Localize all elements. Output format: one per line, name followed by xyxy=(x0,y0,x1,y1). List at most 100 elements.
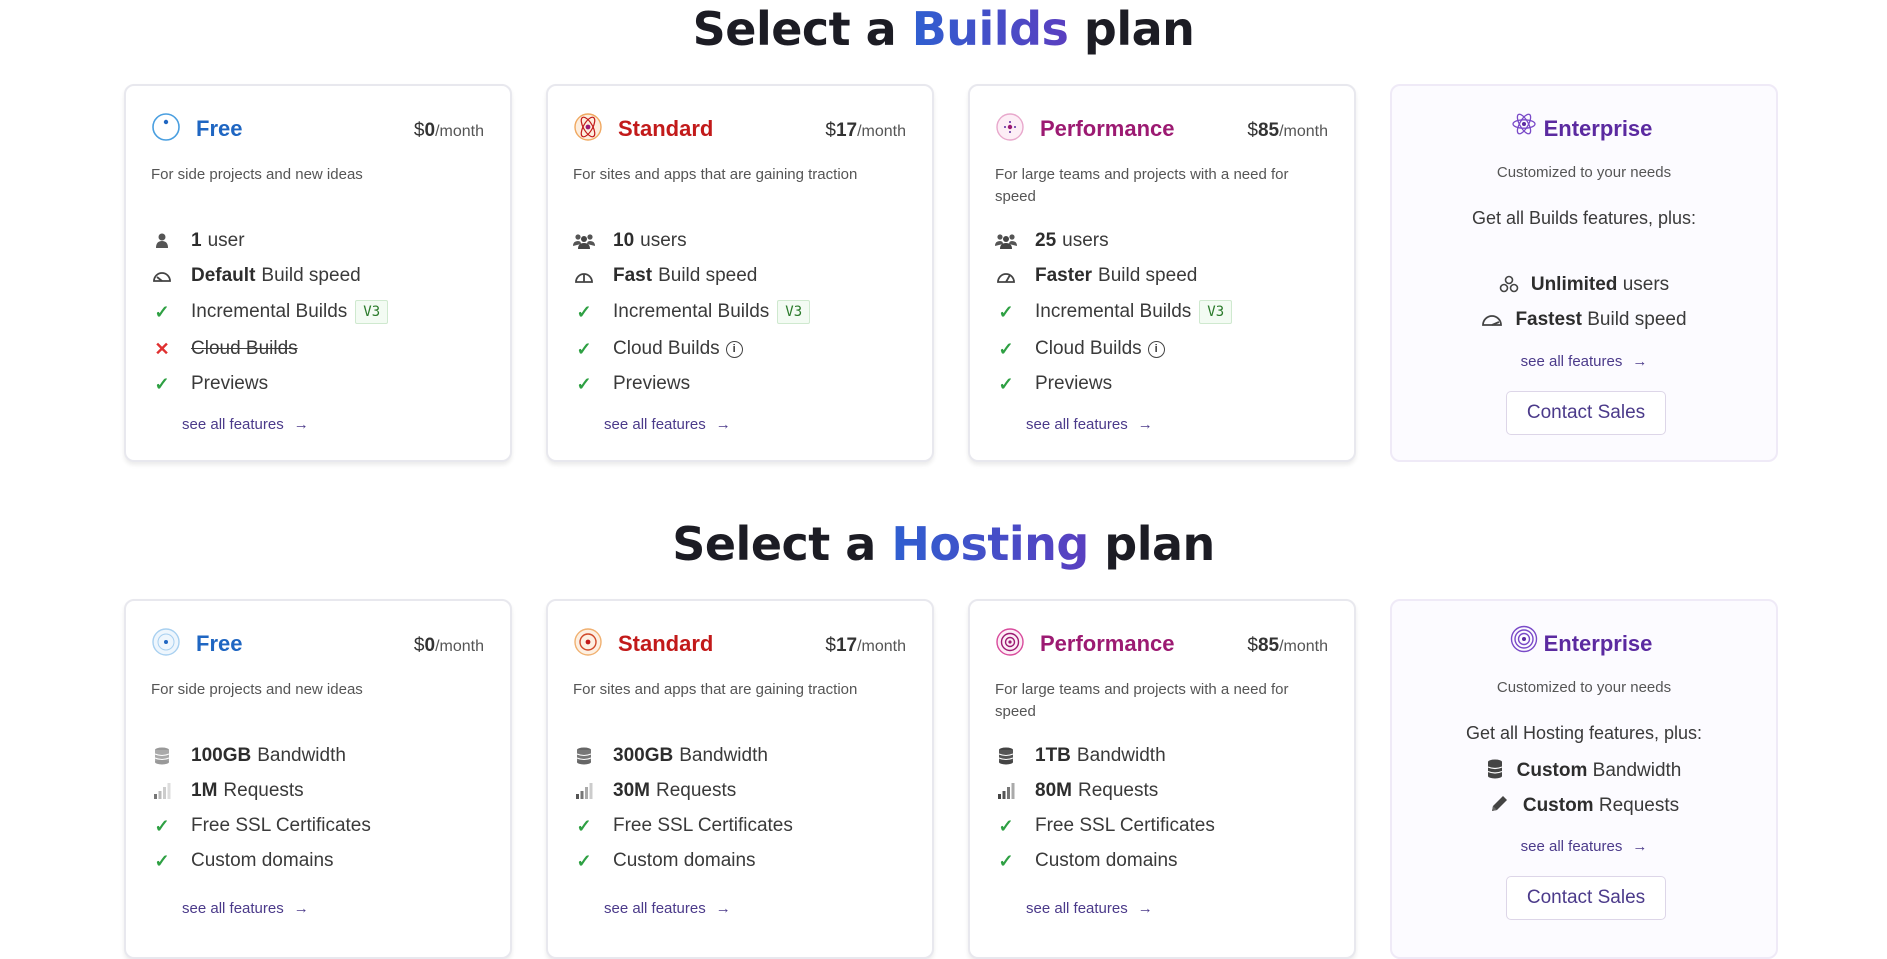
plan-price: $85/month xyxy=(1247,635,1328,656)
feature-bandwidth: 1TB Bandwidth xyxy=(995,745,1166,767)
see-all-features-link[interactable]: see all features → xyxy=(1392,353,1776,370)
check-icon: ✓ xyxy=(576,301,592,322)
check-icon: ✓ xyxy=(154,301,170,322)
info-icon[interactable]: i xyxy=(1147,340,1165,358)
check-icon: ✓ xyxy=(998,301,1014,322)
performance-plan-icon xyxy=(996,628,1024,656)
free-plan-icon xyxy=(152,628,180,656)
see-all-features-link[interactable]: see all features → xyxy=(604,416,731,433)
plan-name: Performance xyxy=(1040,116,1175,141)
hosting-free-card: Free $0/month For side projects and new … xyxy=(124,599,512,959)
database-icon xyxy=(1487,759,1502,779)
hosting-performance-card: Performance $85/month For large teams an… xyxy=(968,599,1356,959)
see-all-features-link[interactable]: see all features → xyxy=(182,416,309,433)
check-icon: ✓ xyxy=(998,338,1014,359)
feature-ssl: ✓ Free SSL Certificates xyxy=(573,815,792,837)
builds-free-card: Free $0/month For side projects and new … xyxy=(124,84,512,462)
feature-requests: 1M Requests xyxy=(151,780,304,802)
plan-price: $17/month xyxy=(825,635,906,656)
builds-standard-card: Standard $17/month For sites and apps th… xyxy=(546,84,934,462)
plus-note: Get all Hosting features, plus: xyxy=(1465,723,1703,743)
arrow-right-icon: → xyxy=(1632,353,1648,370)
speedometer-icon xyxy=(151,265,173,287)
contact-sales-button[interactable]: Contact Sales xyxy=(1506,391,1666,435)
standard-plan-icon xyxy=(574,628,602,656)
feature-cloud-builds: ✓ Cloud Builds i xyxy=(573,338,743,360)
check-icon: ✓ xyxy=(998,815,1014,836)
feature-previews: ✓ Previews xyxy=(995,373,1112,395)
title-prefix: Select a xyxy=(672,517,876,571)
title-suffix: plan xyxy=(1083,2,1195,56)
speedometer-icon xyxy=(573,265,595,287)
builds-performance-card: Performance $85/month For large teams an… xyxy=(968,84,1356,462)
plan-description: For large teams and projects with a need… xyxy=(995,681,1289,720)
info-icon[interactable]: i xyxy=(725,340,743,358)
feature-bandwidth: Custom Bandwidth xyxy=(1392,759,1776,782)
feature-custom-domains: ✓ Custom domains xyxy=(995,850,1177,872)
plan-description: For large teams and projects with a need… xyxy=(995,166,1289,205)
version-tag: V3 xyxy=(355,300,389,324)
check-icon: ✓ xyxy=(154,850,170,871)
arrow-right-icon: → xyxy=(1137,900,1153,917)
see-all-features-link[interactable]: see all features → xyxy=(1026,416,1153,433)
check-icon: ✓ xyxy=(576,815,592,836)
speedometer-icon xyxy=(995,265,1017,287)
arrow-right-icon: → xyxy=(293,416,309,433)
user-icon xyxy=(151,230,173,252)
arrow-right-icon: → xyxy=(1137,416,1153,433)
feature-ssl: ✓ Free SSL Certificates xyxy=(995,815,1214,837)
see-all-features-link[interactable]: see all features → xyxy=(1026,900,1153,917)
feature-users: 10 users xyxy=(573,230,687,252)
plan-name: Performance xyxy=(1040,631,1175,656)
check-icon: ✓ xyxy=(998,850,1014,871)
title-prefix: Select a xyxy=(692,2,897,56)
plan-description: For side projects and new ideas xyxy=(151,166,363,183)
contact-sales-button[interactable]: Contact Sales xyxy=(1506,876,1666,920)
free-plan-icon xyxy=(152,113,180,141)
database-icon xyxy=(151,745,173,767)
feature-incremental-builds: ✓ Incremental Builds V3 xyxy=(151,300,389,324)
feature-requests: Custom Requests xyxy=(1392,794,1776,817)
check-icon: ✓ xyxy=(154,815,170,836)
users-group-icon xyxy=(995,230,1017,252)
arrow-right-icon: → xyxy=(715,900,731,917)
feature-ssl: ✓ Free SSL Certificates xyxy=(151,815,370,837)
plan-price: $85/month xyxy=(1247,120,1328,141)
check-icon: ✓ xyxy=(576,850,592,871)
feature-previews: ✓ Previews xyxy=(151,373,268,395)
builds-enterprise-card: Enterprise Customized to your needs Get … xyxy=(1390,84,1778,462)
plan-name: Standard xyxy=(618,631,714,656)
plan-price: $0/month xyxy=(413,120,484,141)
feature-requests: 80M Requests xyxy=(995,780,1158,802)
signal-bars-icon xyxy=(573,780,595,802)
standard-plan-icon xyxy=(574,113,602,141)
feature-build-speed: Default Build speed xyxy=(151,265,361,287)
signal-bars-icon xyxy=(151,780,173,802)
see-all-features-link[interactable]: see all features → xyxy=(1392,838,1776,855)
feature-bandwidth: 300GB Bandwidth xyxy=(573,745,768,767)
speedometer-icon xyxy=(1482,315,1503,326)
feature-incremental-builds: ✓ Incremental Builds V3 xyxy=(573,300,811,324)
feature-users: Unlimited users xyxy=(1392,274,1776,296)
performance-plan-icon xyxy=(996,113,1024,141)
plan-description: For sites and apps that are gaining trac… xyxy=(573,681,858,698)
feature-requests: 30M Requests xyxy=(573,780,736,802)
plan-description: For side projects and new ideas xyxy=(151,681,363,698)
feature-cloud-builds: ✓ Cloud Builds i xyxy=(995,338,1165,360)
see-all-features-link[interactable]: see all features → xyxy=(604,900,731,917)
plan-price: $0/month xyxy=(413,635,484,656)
plan-description: Customized to your needs xyxy=(1496,164,1672,181)
version-tag: V3 xyxy=(777,300,811,324)
check-icon: ✓ xyxy=(576,338,592,359)
hosting-section-title: Select a Hosting plan xyxy=(0,517,1887,571)
see-all-features-link[interactable]: see all features → xyxy=(182,900,309,917)
title-highlight: Builds xyxy=(911,2,1069,56)
feature-custom-domains: ✓ Custom domains xyxy=(151,850,333,872)
plan-name: Enterprise xyxy=(1543,116,1653,141)
database-icon xyxy=(573,745,595,767)
users-icon xyxy=(1499,275,1519,293)
signal-bars-icon xyxy=(995,780,1017,802)
plan-name: Standard xyxy=(618,116,714,141)
title-highlight: Hosting xyxy=(891,517,1089,571)
version-tag: V3 xyxy=(1199,300,1233,324)
